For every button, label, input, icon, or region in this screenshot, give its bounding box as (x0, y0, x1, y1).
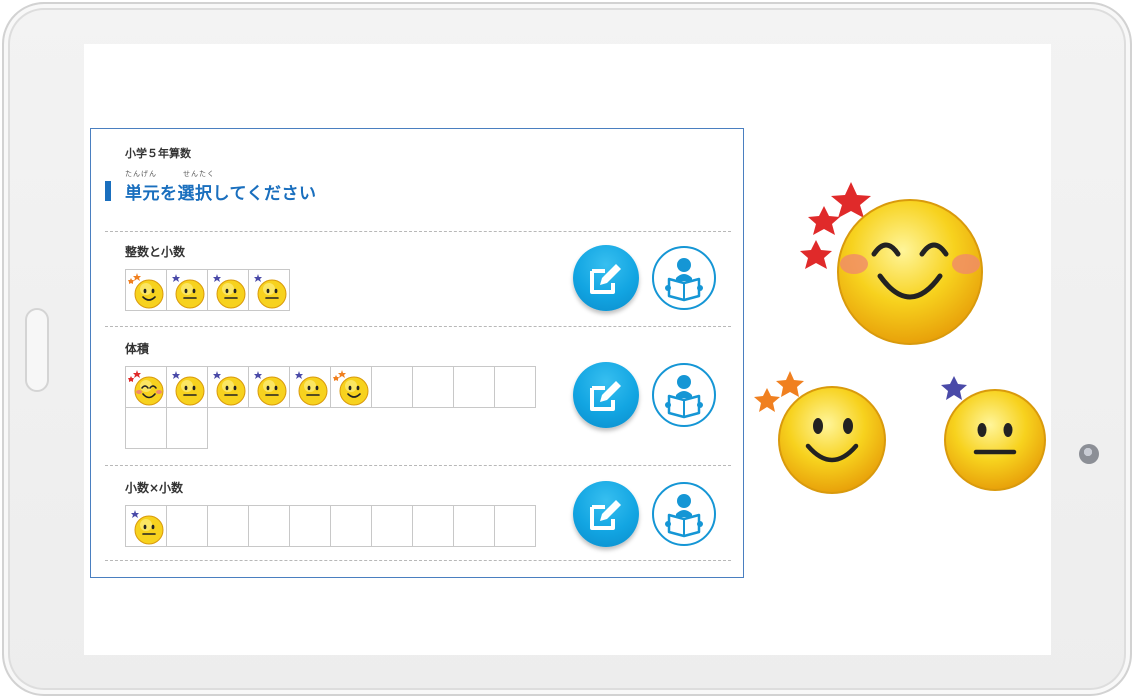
ruby-tangen: たんげん (125, 170, 157, 178)
smiling-face-medium-icon (754, 371, 886, 494)
result-cell (125, 407, 167, 449)
result-cell (494, 366, 536, 408)
unit-name: 整数と小数 (125, 245, 186, 259)
result-cell (166, 407, 208, 449)
result-cell (371, 366, 413, 408)
unit-name: 小数×小数 (125, 481, 184, 495)
divider (105, 326, 731, 327)
person-reading-book-icon (654, 248, 714, 308)
pencil-edit-icon (573, 245, 639, 311)
result-grid (125, 505, 555, 547)
unit-name: 体積 (125, 342, 150, 356)
grade-label: 小学５年算数 (125, 147, 191, 160)
neutral-face-icon (213, 371, 246, 406)
result-cell (248, 505, 290, 547)
person-reading-book-icon (654, 365, 714, 425)
divider (105, 465, 731, 466)
result-cell (371, 505, 413, 547)
neutral-face-icon (172, 274, 205, 309)
result-cell (330, 505, 372, 547)
result-cell (207, 269, 249, 311)
result-cell (494, 505, 536, 547)
result-cell (125, 269, 167, 311)
result-cell (289, 505, 331, 547)
pencil-edit-icon (573, 481, 639, 547)
camera-lens (1079, 444, 1099, 464)
divider (105, 231, 731, 232)
result-cell (248, 366, 290, 408)
title-accent-bar (105, 181, 111, 201)
study-button[interactable] (652, 482, 716, 546)
divider (105, 560, 731, 561)
practice-button[interactable] (573, 481, 639, 547)
result-cell (207, 505, 249, 547)
laughing-face-large-icon (800, 182, 983, 345)
result-cell (289, 366, 331, 408)
neutral-face-icon (213, 274, 246, 309)
result-cell (248, 269, 290, 311)
result-cell (412, 505, 454, 547)
neutral-face-icon (254, 371, 287, 406)
laugh-face-icon (128, 370, 164, 406)
result-cell (453, 505, 495, 547)
neutral-face-icon (131, 510, 164, 545)
study-button[interactable] (652, 246, 716, 310)
neutral-face-icon (295, 371, 328, 406)
study-button[interactable] (652, 363, 716, 427)
neutral-face-icon (172, 371, 205, 406)
smile-face-icon (128, 273, 164, 309)
result-cell (453, 366, 495, 408)
practice-button[interactable] (573, 245, 639, 311)
pencil-edit-icon (573, 362, 639, 428)
result-cell (207, 366, 249, 408)
smile-face-icon (333, 370, 369, 406)
result-grid (125, 269, 555, 311)
result-cell (125, 366, 167, 408)
practice-button[interactable] (573, 362, 639, 428)
unit-select-panel: 小学５年算数 たんげん せんたく 単元を選択してください 整数と小数 体積 小数… (90, 128, 744, 578)
person-reading-book-icon (654, 484, 714, 544)
ruby-sentaku: せんたく (183, 170, 215, 178)
result-cell (166, 269, 208, 311)
result-cell (166, 366, 208, 408)
home-button[interactable] (25, 308, 49, 392)
result-cell (330, 366, 372, 408)
result-cell (412, 366, 454, 408)
result-cell (166, 505, 208, 547)
neutral-face-medium-icon (941, 376, 1046, 491)
page-title: 単元を選択してください (125, 184, 317, 204)
neutral-face-icon (254, 274, 287, 309)
result-cell (125, 505, 167, 547)
result-grid (125, 366, 555, 449)
